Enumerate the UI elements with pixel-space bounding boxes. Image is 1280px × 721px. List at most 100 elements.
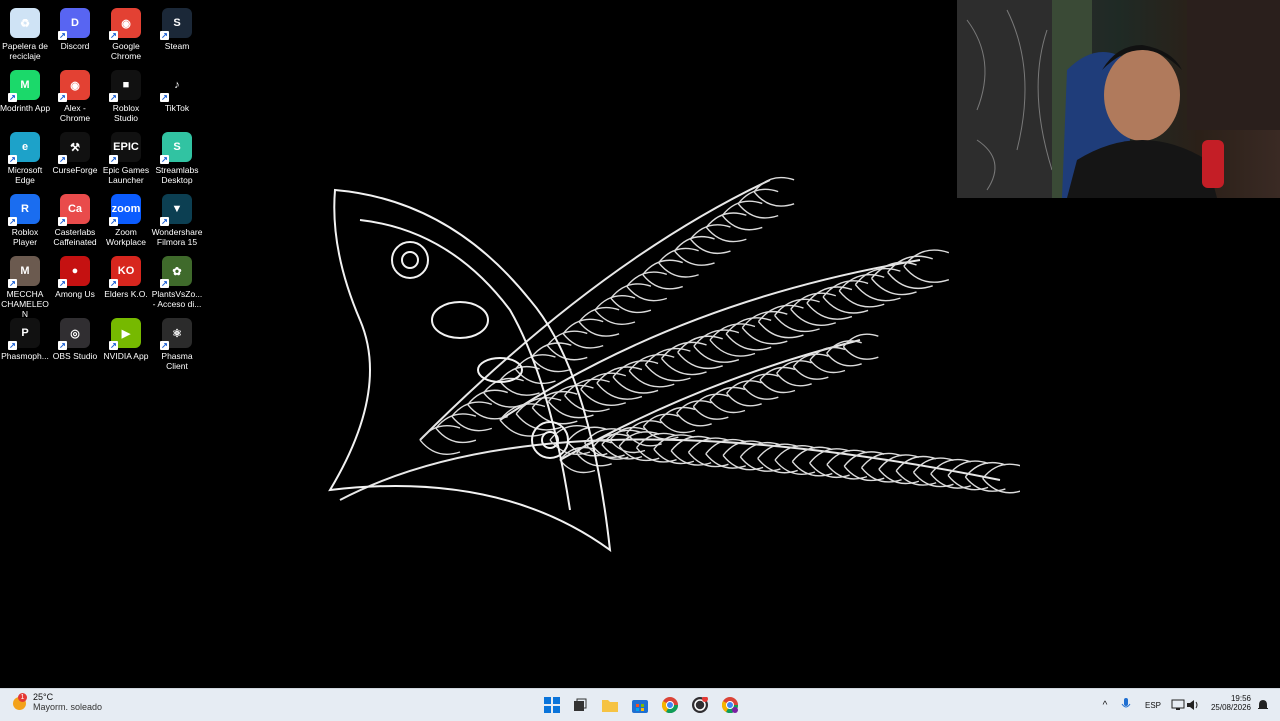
- folder-icon: [602, 700, 618, 712]
- desktop-icon-chrome-profile[interactable]: ◉ ↗ Alex - Chrome: [50, 66, 100, 123]
- elders-ko-icon: KO ↗: [109, 256, 141, 288]
- chrome-button[interactable]: [658, 693, 682, 717]
- desktop-icon-label: Phasma Client: [161, 351, 193, 371]
- desktop-icon-phasma-client[interactable]: ⚛ ↗ Phasma Client: [152, 314, 202, 371]
- weather-badge: 1: [18, 693, 27, 702]
- roblox-player-icon: R ↗: [8, 194, 40, 226]
- shortcut-arrow-icon: ↗: [109, 279, 118, 288]
- desktop-icon-tiktok[interactable]: ♪ ↗ TikTok: [152, 66, 202, 113]
- chrome-icon: [662, 697, 678, 713]
- desktop-icon-plants-vs-zombies[interactable]: ✿ ↗ PlantsVsZo... - Acceso di...: [152, 252, 202, 309]
- desktop-icon-edge[interactable]: e ↗ Microsoft Edge: [0, 128, 50, 185]
- task-view-button[interactable]: [568, 693, 592, 717]
- shortcut-arrow-icon: ↗: [160, 279, 169, 288]
- desktop-icon-among-us[interactable]: ● ↗ Among Us: [50, 252, 100, 299]
- shortcut-arrow-icon: ↗: [8, 155, 17, 164]
- clock[interactable]: 19:56 25/08/2026: [1205, 694, 1251, 712]
- obs-icon: [692, 697, 708, 713]
- desktop-icon-label: Casterlabs Caffeinated: [53, 227, 97, 247]
- desktop-icon-roblox-player[interactable]: R ↗ Roblox Player: [0, 190, 50, 247]
- shortcut-arrow-icon: ↗: [160, 155, 169, 164]
- desktop-icon-label: Streamlabs Desktop: [155, 165, 199, 185]
- desktop-icon-nvidia[interactable]: ▶ ↗ NVIDIA App: [101, 314, 151, 361]
- desktop-icon-label: NVIDIA App: [103, 351, 149, 361]
- desktop-icon-label: Papelera de reciclaje: [2, 41, 48, 61]
- start-button[interactable]: [540, 693, 564, 717]
- desktop-icon-roblox-studio[interactable]: ■ ↗ Roblox Studio: [101, 66, 151, 123]
- desktop-icon-obs[interactable]: ◎ ↗ OBS Studio: [50, 314, 100, 361]
- phasmophobia-icon: P ↗: [8, 318, 40, 350]
- desktop-icon-steam[interactable]: S ↗ Steam: [152, 4, 202, 51]
- streamlabs-icon: S ↗: [160, 132, 192, 164]
- task-view-icon: [574, 698, 587, 711]
- desktop-icon-label: Roblox Studio: [112, 103, 140, 123]
- desktop-icon-modrinth[interactable]: M ↗ Modrinth App: [0, 66, 50, 113]
- shortcut-arrow-icon: ↗: [8, 93, 17, 102]
- volume-button[interactable]: [1181, 693, 1205, 717]
- shortcut-arrow-icon: ↗: [8, 217, 17, 226]
- notifications-button[interactable]: [1251, 693, 1275, 717]
- bell-icon: [1258, 700, 1268, 709]
- desktop-icon-phasmophobia[interactable]: P ↗ Phasmoph...: [0, 314, 50, 361]
- desktop-icon-label: Modrinth App: [0, 103, 51, 113]
- edge-icon: e ↗: [8, 132, 40, 164]
- desktop-icon-meccha-chameleon[interactable]: M ↗ MECCHA CHAMELEON: [0, 252, 50, 319]
- among-us-icon: ● ↗: [58, 256, 90, 288]
- weather-temperature: 25°C: [33, 692, 54, 702]
- chrome-alt-button[interactable]: [718, 693, 742, 717]
- weather-widget[interactable]: 1 25°C Mayorm. soleado: [10, 692, 102, 712]
- chrome-profile-icon: ◉ ↗: [58, 70, 90, 102]
- desktop-icon-label: Zoom Workplace: [106, 227, 146, 247]
- obs-icon: ◎ ↗: [58, 318, 90, 350]
- obs-button[interactable]: [688, 693, 712, 717]
- chrome-icon: ◉ ↗: [109, 8, 141, 40]
- desktop-icon-casterlabs[interactable]: Ca ↗ Casterlabs Caffeinated: [50, 190, 100, 247]
- chevron-up-icon: ^: [1102, 699, 1108, 711]
- desktop-icon-streamlabs[interactable]: S ↗ Streamlabs Desktop: [152, 128, 202, 185]
- shortcut-arrow-icon: ↗: [8, 279, 17, 288]
- shortcut-arrow-icon: ↗: [160, 93, 169, 102]
- desktop-icon-zoom[interactable]: zoom ↗ Zoom Workplace: [101, 190, 151, 247]
- modrinth-icon: M ↗: [8, 70, 40, 102]
- desktop-icon-label: Google Chrome: [110, 41, 142, 61]
- weather-description: Mayorm. soleado: [33, 702, 103, 712]
- desktop-icon-discord[interactable]: D ↗ Discord: [50, 4, 100, 51]
- plants-vs-zombies-icon: ✿ ↗: [160, 256, 192, 288]
- desktop-icon-recycle-bin[interactable]: ♻ Papelera de reciclaje: [0, 4, 50, 61]
- curseforge-icon: ⚒ ↗: [58, 132, 90, 164]
- desktop-icon-label: OBS Studio: [52, 351, 98, 361]
- filmora-icon: ▼ ↗: [160, 194, 192, 226]
- microphone-button[interactable]: [1114, 693, 1138, 717]
- desktop-icon-chrome[interactable]: ◉ ↗ Google Chrome: [101, 4, 151, 61]
- desktop-icon-epic-games[interactable]: EPIC ↗ Epic Games Launcher: [101, 128, 151, 185]
- file-explorer-button[interactable]: [598, 693, 622, 717]
- desktop-icon-label: CurseForge: [52, 165, 98, 175]
- shortcut-arrow-icon: ↗: [109, 93, 118, 102]
- desktop-icon-label: TikTok: [164, 103, 190, 113]
- shortcut-arrow-icon: ↗: [109, 155, 118, 164]
- desktop-icon-filmora[interactable]: ▼ ↗ Wondershare Filmora 15: [152, 190, 202, 247]
- zoom-icon: zoom ↗: [109, 194, 141, 226]
- shortcut-arrow-icon: ↗: [160, 341, 169, 350]
- sun-icon: 1: [10, 692, 30, 712]
- tiktok-icon: ♪ ↗: [160, 70, 192, 102]
- phasma-client-icon: ⚛ ↗: [160, 318, 192, 350]
- clock-time: 19:56: [1230, 694, 1251, 703]
- language-indicator[interactable]: ESP: [1145, 701, 1161, 710]
- casterlabs-icon: Ca ↗: [58, 194, 90, 226]
- epic-games-icon: EPIC ↗: [109, 132, 141, 164]
- shortcut-arrow-icon: ↗: [109, 31, 118, 40]
- desktop-icon-label: Wondershare Filmora 15: [151, 227, 203, 247]
- shortcut-arrow-icon: ↗: [58, 93, 67, 102]
- desktop-icon-label: PlantsVsZo... - Acceso di...: [151, 289, 203, 309]
- taskbar: 1 25°C Mayorm. soleado ^ ESP 19:56 25/08…: [0, 688, 1280, 721]
- shortcut-arrow-icon: ↗: [109, 217, 118, 226]
- shortcut-arrow-icon: ↗: [160, 31, 169, 40]
- desktop-icon-curseforge[interactable]: ⚒ ↗ CurseForge: [50, 128, 100, 175]
- desktop-icon-label: Steam: [164, 41, 190, 51]
- microsoft-store-button[interactable]: [628, 693, 652, 717]
- desktop-icon-label: Among Us: [55, 289, 95, 299]
- desktop-icon-elders-ko[interactable]: KO ↗ Elders K.O.: [101, 252, 151, 299]
- steam-icon: S ↗: [160, 8, 192, 40]
- shortcut-arrow-icon: ↗: [8, 341, 17, 350]
